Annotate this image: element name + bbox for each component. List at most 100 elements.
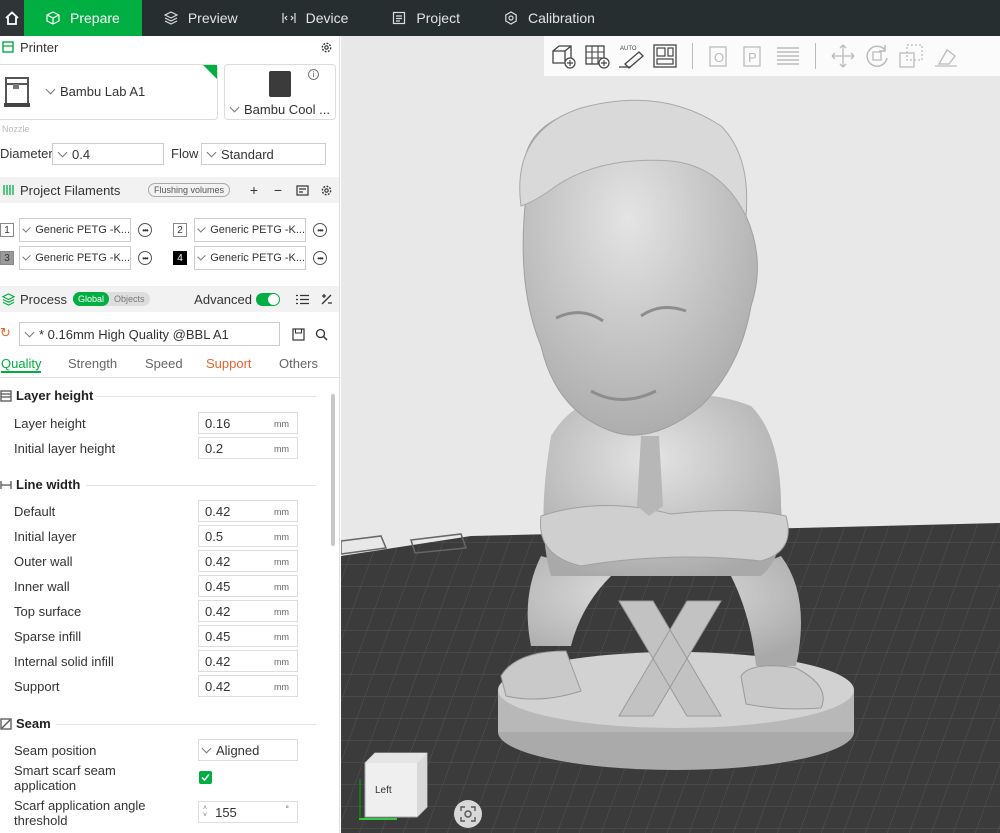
line-width-top-surface-label: Top surface	[14, 604, 82, 619]
process-tabs: Quality Strength Speed Support Others	[0, 352, 339, 378]
reset-icon[interactable]: ↻	[0, 325, 11, 341]
filament-name: Generic PETG -K...	[210, 224, 305, 236]
search-icon[interactable]	[313, 326, 329, 342]
settings-scrollbar[interactable]	[331, 394, 335, 546]
advanced-label: Advanced	[194, 291, 252, 307]
seam-group-title: Seam	[0, 716, 51, 731]
line-width-internal-solid-infill-input[interactable]: 0.42 mm	[198, 650, 298, 672]
tab-others[interactable]: Others	[279, 352, 318, 371]
process-preset-name: * 0.16mm High Quality @BBL A1	[39, 326, 229, 342]
initial-layer-height-input[interactable]: 0.2 mm	[198, 437, 298, 459]
viewport-toolbar: AUTO O P	[544, 36, 1000, 76]
add-filament-icon[interactable]: +	[246, 182, 262, 198]
tabs-divider	[0, 377, 339, 378]
global-objects-switch[interactable]: Global Objects	[72, 292, 150, 306]
filament-select[interactable]: Generic PETG -K...	[19, 246, 131, 270]
toolbar-separator	[815, 43, 816, 69]
global-option[interactable]: Global	[72, 292, 109, 306]
layer-height-input[interactable]: 0.16 mm	[198, 412, 298, 434]
layer-editing-button[interactable]	[773, 41, 803, 71]
line-width-icon	[0, 480, 12, 489]
tab-calibration[interactable]: Calibration	[482, 0, 617, 36]
group-divider	[86, 485, 316, 486]
line-width-initial-layer-input[interactable]: 0.5 mm	[198, 525, 298, 547]
line-width-value: 0.45	[205, 628, 231, 644]
camera-reset-button[interactable]	[454, 800, 482, 828]
flow-select[interactable]: Standard	[201, 143, 326, 165]
tab-quality[interactable]: Quality	[1, 352, 42, 373]
split-objects-button[interactable]: O	[705, 41, 735, 71]
tab-support[interactable]: Support	[206, 352, 252, 371]
smart-scarf-checkbox[interactable]	[199, 771, 212, 784]
filament-select[interactable]: Generic PETG -K...	[194, 246, 306, 270]
filament-color-swatch[interactable]: 2	[173, 223, 187, 237]
filament-more-icon[interactable]: •••	[313, 223, 327, 237]
printer-selector[interactable]: Bambu Lab A1	[0, 64, 218, 120]
calibration-icon	[505, 11, 517, 25]
filament-color-swatch[interactable]: 3	[0, 251, 14, 265]
line-width-support-input[interactable]: 0.42 mm	[198, 675, 298, 697]
tab-preview[interactable]: Preview	[142, 0, 260, 36]
line-width-outer-wall-input[interactable]: 0.42 mm	[198, 550, 298, 572]
scale-tool-button[interactable]	[896, 41, 926, 71]
save-preset-icon[interactable]	[290, 326, 306, 342]
tab-speed[interactable]: Speed	[145, 352, 183, 371]
view-cube[interactable]: Left	[359, 749, 431, 823]
advanced-toggle[interactable]	[256, 292, 280, 306]
info-icon[interactable]: i	[308, 69, 319, 80]
layer-height-label: Layer height	[14, 416, 86, 431]
lay-on-face-icon	[935, 49, 957, 67]
process-preset-select[interactable]: * 0.16mm High Quality @BBL A1	[19, 322, 280, 346]
plate-type-selector[interactable]: i Bambu Cool ...	[224, 64, 336, 120]
split-parts-button[interactable]: P	[739, 41, 769, 71]
line-width-default-input[interactable]: 0.42 mm	[198, 500, 298, 522]
filament-settings-gear-icon[interactable]	[318, 182, 334, 198]
home-button[interactable]	[0, 0, 24, 36]
auto-orient-button[interactable]: AUTO	[616, 41, 646, 71]
arrange-icon	[653, 44, 677, 68]
seam-position-select[interactable]: Aligned	[198, 739, 298, 761]
filament-more-icon[interactable]: •••	[313, 251, 327, 265]
unit-label: mm	[274, 532, 289, 542]
add-plate-button[interactable]	[582, 41, 612, 71]
camera-focus-icon	[460, 806, 476, 822]
lay-on-face-button[interactable]	[930, 41, 960, 71]
flow-value: Standard	[221, 146, 274, 162]
line-width-inner-wall-input[interactable]: 0.45 mm	[198, 575, 298, 597]
tab-device[interactable]: Device	[260, 0, 371, 36]
line-width-value: 0.45	[205, 578, 231, 594]
add-object-button[interactable]	[548, 41, 578, 71]
move-tool-button[interactable]	[828, 41, 858, 71]
filament-more-icon[interactable]: •••	[138, 223, 152, 237]
tab-project[interactable]: Project	[370, 0, 482, 36]
flushing-volumes-button[interactable]: Flushing volumes	[147, 183, 230, 197]
line-width-sparse-infill-input[interactable]: 0.45 mm	[198, 625, 298, 647]
line-width-group-title: Line width	[0, 477, 80, 492]
sync-ams-icon[interactable]	[294, 182, 310, 198]
filament-select[interactable]: Generic PETG -K...	[19, 218, 131, 242]
unit-label: mm	[274, 657, 289, 667]
compare-presets-icon[interactable]	[318, 291, 334, 307]
rotate-tool-button[interactable]	[862, 41, 892, 71]
line-width-top-surface-input[interactable]: 0.42 mm	[198, 600, 298, 622]
tab-label: Calibration	[527, 10, 595, 26]
filament-color-swatch[interactable]: 1	[0, 223, 14, 237]
nozzle-diameter-select[interactable]: 0.4	[52, 143, 164, 165]
filament-more-icon[interactable]: •••	[138, 251, 152, 265]
filament-name: Generic PETG -K...	[210, 252, 305, 264]
list-view-icon[interactable]	[294, 291, 310, 307]
remove-filament-icon[interactable]: −	[270, 182, 286, 198]
filaments-section-title: Project Filaments	[20, 182, 121, 198]
3d-viewport[interactable]: AUTO O P Left	[341, 36, 1000, 833]
printer-settings-gear-icon[interactable]	[318, 39, 334, 55]
filament-select[interactable]: Generic PETG -K...	[194, 218, 306, 242]
arrange-button[interactable]	[650, 41, 680, 71]
objects-option[interactable]: Objects	[109, 292, 150, 306]
filament-color-swatch[interactable]: 4	[173, 251, 187, 265]
stepper-arrows-icon[interactable]: ˄ ˅	[203, 805, 207, 819]
tab-prepare[interactable]: Prepare	[24, 0, 142, 36]
scarf-angle-stepper[interactable]: ˄ ˅ 155 °	[198, 801, 298, 823]
process-section-header: Process Global Objects Advanced	[0, 286, 339, 312]
tab-strength[interactable]: Strength	[68, 352, 117, 371]
unit-label: mm	[274, 582, 289, 592]
